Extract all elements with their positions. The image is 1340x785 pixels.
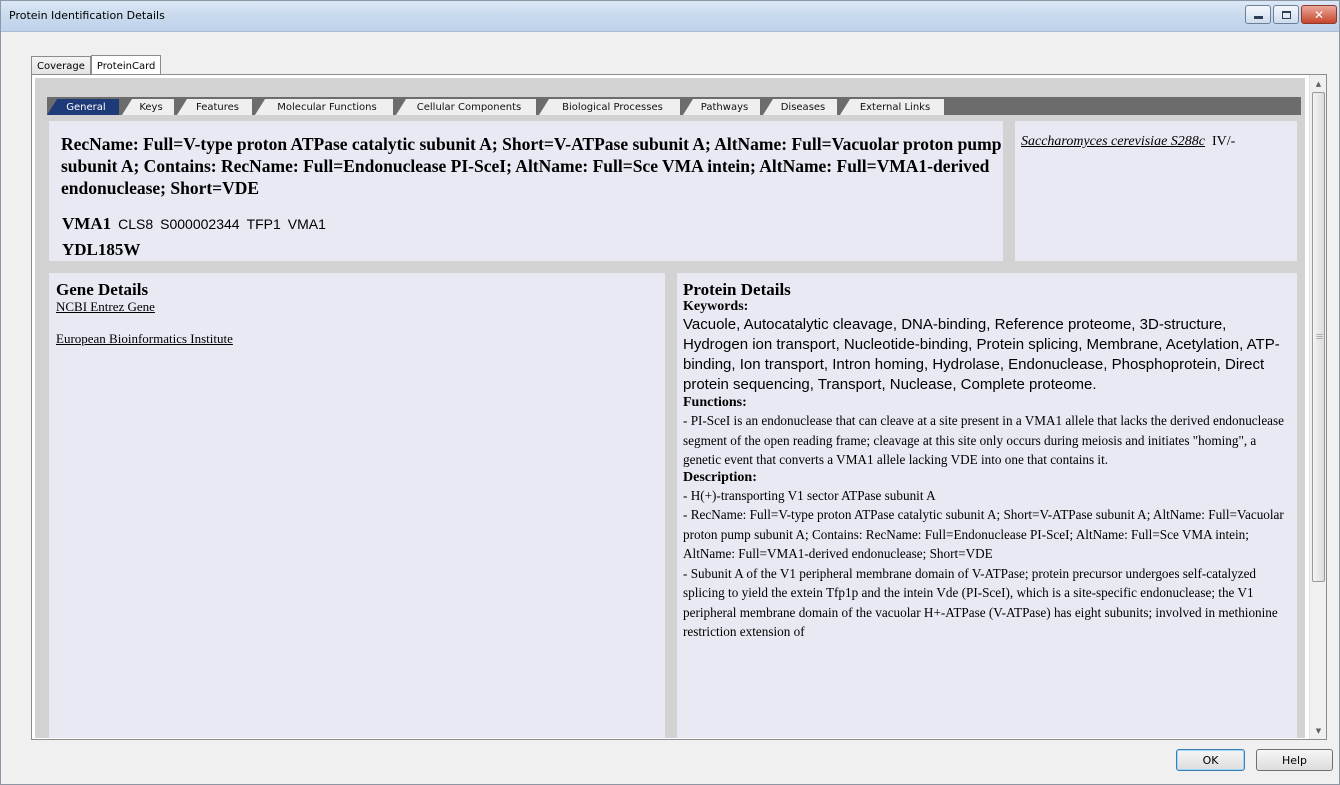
ok-button[interactable]: OK: [1176, 749, 1245, 771]
locus-tag: YDL185W: [62, 240, 141, 259]
proteincard-panel: General Keys Features Molecular Function…: [31, 74, 1327, 740]
scroll-down-arrow-icon[interactable]: ▼: [1310, 722, 1327, 739]
gene-synonym: VMA1: [287, 216, 326, 232]
tab-external-links[interactable]: External Links: [840, 99, 944, 115]
gene-details-title: Gene Details: [56, 280, 149, 299]
help-button[interactable]: Help: [1256, 749, 1333, 771]
gene-primary-name: VMA1: [62, 214, 112, 233]
protein-identification-window: Protein Identification Details ✕ Coverag…: [0, 0, 1340, 785]
gene-synonym: CLS8: [118, 216, 154, 232]
maximize-button[interactable]: [1273, 5, 1299, 24]
tab-coverage[interactable]: Coverage: [31, 56, 91, 75]
tab-cellular-components[interactable]: Cellular Components: [396, 99, 536, 115]
tab-molecular-functions[interactable]: Molecular Functions: [255, 99, 393, 115]
tab-diseases[interactable]: Diseases: [763, 99, 837, 115]
vertical-scrollbar[interactable]: ▲ — — — ▼: [1309, 75, 1326, 739]
window-title: Protein Identification Details: [9, 9, 165, 22]
close-button[interactable]: ✕: [1301, 5, 1337, 24]
organism-panel: Saccharomyces cerevisiae S288c IV/-: [1015, 121, 1297, 261]
scroll-up-arrow-icon[interactable]: ▲: [1310, 75, 1327, 92]
tab-biological-processes[interactable]: Biological Processes: [539, 99, 680, 115]
description-item: - Subunit A of the V1 peripheral membran…: [683, 565, 1278, 640]
chromosome-location: IV/-: [1212, 134, 1236, 149]
description-item: - H(+)-transporting V1 sector ATPase sub…: [683, 487, 936, 503]
scroll-thumb[interactable]: — — —: [1312, 92, 1325, 582]
ncbi-entrez-gene-link[interactable]: NCBI Entrez Gene: [56, 299, 658, 315]
protein-recname: RecName: Full=V-type proton ATPase catal…: [61, 134, 1002, 198]
gene-details-panel: Gene Details NCBI Entrez Gene European B…: [49, 273, 665, 738]
tab-pathways[interactable]: Pathways: [683, 99, 760, 115]
tab-general[interactable]: General: [47, 99, 119, 115]
description-label: Description:: [683, 469, 757, 485]
functions-label: Functions:: [683, 395, 747, 410]
protein-details-title: Protein Details: [683, 280, 791, 299]
protein-details-panel: Protein Details Keywords: Vacuole, Autoc…: [677, 273, 1297, 738]
keywords-label: Keywords:: [683, 299, 749, 314]
minimize-button[interactable]: [1245, 5, 1271, 24]
scroll-grip-icon: — — —: [1316, 330, 1323, 342]
functions-text: - PI-SceI is an endonuclease that can cl…: [683, 413, 1285, 467]
keywords-text: Vacuole, Autocatalytic cleavage, DNA-bin…: [683, 316, 1280, 393]
gene-synonym: TFP1: [246, 216, 281, 232]
inner-tab-strip: General Keys Features Molecular Function…: [47, 97, 1301, 115]
tab-keys[interactable]: Keys: [122, 99, 174, 115]
maximize-icon: [1281, 10, 1291, 19]
minimize-icon: [1253, 16, 1263, 19]
organism-info: Saccharomyces cerevisiae S288c IV/-: [1021, 134, 1235, 150]
gene-names-row: VMA1 CLS8 S000002344 TFP1 VMA1: [62, 214, 326, 234]
ebi-link[interactable]: European Bioinformatics Institute: [56, 331, 658, 347]
tab-proteincard[interactable]: ProteinCard: [90, 55, 162, 76]
tab-features[interactable]: Features: [177, 99, 252, 115]
outer-tab-strip: Coverage ProteinCard: [31, 55, 162, 76]
protein-header-panel: RecName: Full=V-type proton ATPase catal…: [49, 121, 1003, 261]
gene-synonym: S000002344: [160, 216, 240, 232]
close-icon: ✕: [1313, 7, 1325, 22]
title-bar: Protein Identification Details ✕: [1, 1, 1339, 32]
description-item: - RecName: Full=V-type proton ATPase cat…: [683, 507, 1284, 561]
proteincard-content: General Keys Features Molecular Function…: [35, 78, 1305, 738]
organism-link[interactable]: Saccharomyces cerevisiae S288c: [1021, 134, 1205, 149]
